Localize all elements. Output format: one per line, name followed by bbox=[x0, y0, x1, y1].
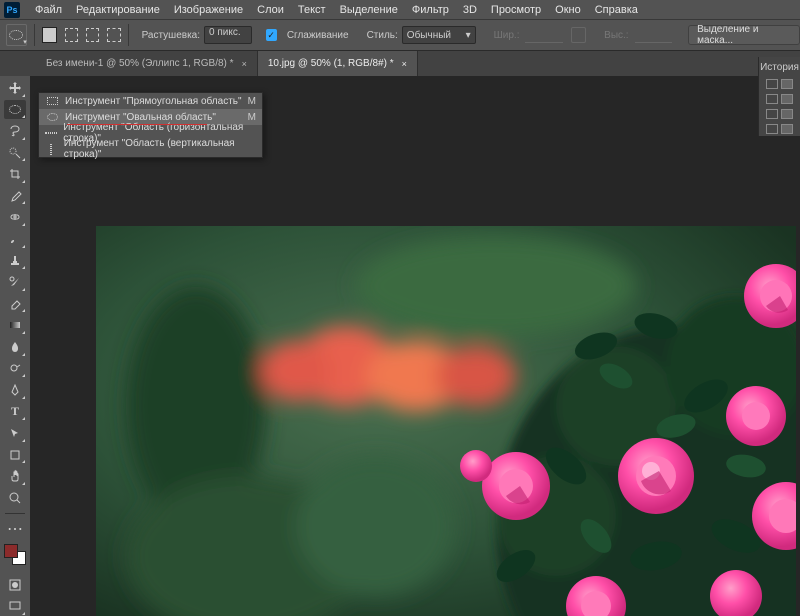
shortcut-key: M bbox=[248, 112, 256, 123]
eraser-tool[interactable] bbox=[4, 294, 26, 314]
document-canvas[interactable] bbox=[96, 226, 796, 616]
marquee-tool[interactable] bbox=[4, 100, 26, 120]
hand-tool[interactable] bbox=[4, 466, 26, 486]
menu-bar: Ps Файл Редактирование Изображение Слои … bbox=[0, 0, 800, 20]
crop-tool[interactable] bbox=[4, 164, 26, 184]
path-select-tool[interactable] bbox=[4, 423, 26, 443]
separator bbox=[128, 24, 129, 46]
blur-tool[interactable] bbox=[4, 337, 26, 357]
menu-filter[interactable]: Фильтр bbox=[405, 4, 456, 16]
antialias-checkbox[interactable]: ✓ bbox=[266, 29, 277, 41]
eyedropper-tool[interactable] bbox=[4, 186, 26, 206]
column-marquee-icon bbox=[45, 144, 58, 155]
style-label: Стиль: bbox=[367, 30, 398, 41]
lasso-tool[interactable] bbox=[4, 121, 26, 141]
tools-panel: T ⋯ bbox=[0, 76, 30, 616]
flyout-label: Инструмент "Овальная область" bbox=[65, 112, 216, 123]
brush-tool[interactable] bbox=[4, 229, 26, 249]
tab-label: 10.jpg @ 50% (1, RGB/8#) * bbox=[268, 58, 394, 69]
history-row[interactable] bbox=[759, 121, 800, 136]
stamp-tool[interactable] bbox=[4, 251, 26, 271]
separator bbox=[34, 24, 35, 46]
menu-image[interactable]: Изображение bbox=[167, 4, 250, 16]
gradient-tool[interactable] bbox=[4, 315, 26, 335]
marquee-flyout-menu: Инструмент "Прямоугольная область" M Инс… bbox=[38, 92, 263, 158]
width-input bbox=[525, 27, 563, 43]
move-tool[interactable] bbox=[4, 78, 26, 98]
flyout-rectangular-marquee[interactable]: Инструмент "Прямоугольная область" M bbox=[39, 93, 262, 109]
close-icon[interactable]: × bbox=[402, 59, 407, 69]
history-row[interactable] bbox=[759, 106, 800, 121]
selection-mode-subtract-icon[interactable] bbox=[86, 28, 99, 42]
screen-mode[interactable] bbox=[4, 597, 26, 616]
menu-file[interactable]: Файл bbox=[28, 4, 69, 16]
flyout-single-column-marquee[interactable]: Инструмент "Область (вертикальная строка… bbox=[39, 141, 262, 157]
selection-mode-intersect-icon[interactable] bbox=[107, 28, 120, 42]
quick-select-tool[interactable] bbox=[4, 143, 26, 163]
style-value: Обычный bbox=[407, 30, 451, 41]
antialias-label: Сглаживание bbox=[287, 30, 349, 41]
menu-help[interactable]: Справка bbox=[588, 4, 645, 16]
history-row[interactable] bbox=[759, 76, 800, 91]
tab-document-2[interactable]: 10.jpg @ 50% (1, RGB/8#) * × bbox=[258, 51, 418, 76]
selection-mode-add-icon[interactable] bbox=[65, 28, 78, 42]
rectangle-marquee-icon bbox=[45, 97, 59, 105]
separator bbox=[5, 513, 25, 514]
style-select[interactable]: Обычный▾ bbox=[402, 26, 476, 44]
zoom-tool[interactable] bbox=[4, 488, 26, 508]
flyout-label: Инструмент "Прямоугольная область" bbox=[65, 96, 242, 107]
foreground-color[interactable] bbox=[4, 544, 18, 558]
history-panel-title: История bbox=[759, 59, 800, 76]
current-tool-icon[interactable]: ▾ bbox=[6, 24, 27, 46]
feather-input[interactable]: 0 пикс. bbox=[204, 26, 252, 44]
history-row[interactable] bbox=[759, 91, 800, 106]
swap-dimensions-icon bbox=[571, 27, 586, 43]
menu-text[interactable]: Текст bbox=[291, 4, 333, 16]
pen-tool[interactable] bbox=[4, 380, 26, 400]
tab-document-1[interactable]: Без имени-1 @ 50% (Эллипс 1, RGB/8) * × bbox=[36, 51, 258, 76]
annotation-underline bbox=[67, 124, 207, 125]
close-icon[interactable]: × bbox=[242, 59, 247, 69]
history-brush-tool[interactable] bbox=[4, 272, 26, 292]
quickmask-toggle[interactable] bbox=[4, 575, 26, 595]
document-tabs: Без имени-1 @ 50% (Эллипс 1, RGB/8) * × 1… bbox=[0, 51, 800, 76]
color-swatches[interactable] bbox=[4, 544, 26, 566]
feather-label: Растушевка: bbox=[142, 30, 200, 41]
menu-view[interactable]: Просмотр bbox=[484, 4, 548, 16]
app-logo: Ps bbox=[4, 2, 20, 18]
height-label: Выс.: bbox=[604, 30, 628, 41]
healing-tool[interactable] bbox=[4, 207, 26, 227]
type-tool[interactable]: T bbox=[4, 402, 26, 422]
select-and-mask-button[interactable]: Выделение и маска... bbox=[688, 25, 800, 45]
menu-window[interactable]: Окно bbox=[548, 4, 588, 16]
menu-3d[interactable]: 3D bbox=[456, 4, 484, 16]
height-input bbox=[635, 27, 673, 43]
shortcut-key: M bbox=[248, 96, 256, 107]
history-panel[interactable]: История bbox=[758, 57, 800, 136]
menu-edit[interactable]: Редактирование bbox=[69, 4, 167, 16]
shape-tool[interactable] bbox=[4, 445, 26, 465]
ellipse-marquee-icon bbox=[45, 113, 59, 121]
dodge-tool[interactable] bbox=[4, 359, 26, 379]
width-label: Шир.: bbox=[494, 30, 520, 41]
selection-mode-new-icon[interactable] bbox=[42, 27, 57, 43]
edit-toolbar[interactable]: ⋯ bbox=[4, 519, 26, 539]
options-bar: ▾ Растушевка: 0 пикс. ✓ Сглаживание Стил… bbox=[0, 20, 800, 51]
menu-select[interactable]: Выделение bbox=[333, 4, 405, 16]
menu-layers[interactable]: Слои bbox=[250, 4, 291, 16]
tab-label: Без имени-1 @ 50% (Эллипс 1, RGB/8) * bbox=[46, 58, 234, 69]
flyout-label: Инструмент "Область (вертикальная строка… bbox=[64, 138, 256, 160]
row-marquee-icon bbox=[45, 132, 57, 134]
